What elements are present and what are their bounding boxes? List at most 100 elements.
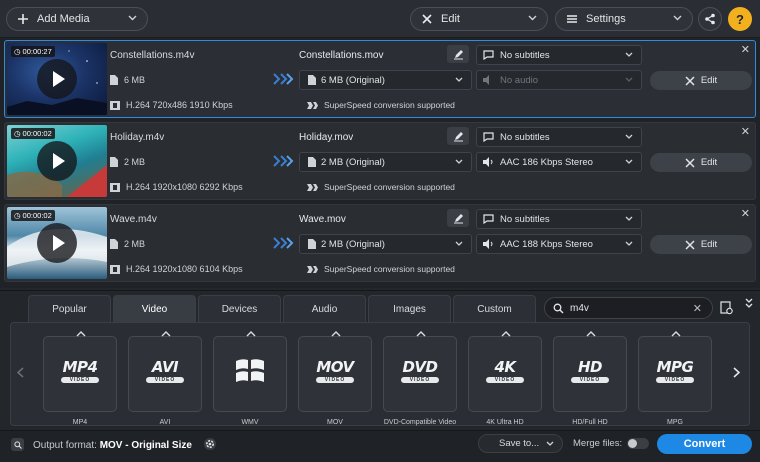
share-button[interactable] bbox=[698, 7, 722, 31]
remove-file-icon[interactable]: ✕ bbox=[741, 43, 750, 56]
format-search-box[interactable]: m4v ✕ bbox=[544, 297, 713, 319]
tab-images[interactable]: Images bbox=[368, 295, 451, 322]
chevron-up-icon[interactable] bbox=[586, 331, 596, 337]
remove-file-icon[interactable]: ✕ bbox=[741, 125, 750, 138]
my-presets-icon[interactable] bbox=[720, 301, 733, 315]
subtitles-select[interactable]: No subtitles bbox=[476, 127, 642, 147]
tab-video[interactable]: Video bbox=[113, 295, 196, 322]
tools-icon bbox=[685, 157, 695, 168]
settings-button[interactable]: Settings bbox=[555, 7, 693, 31]
pen-icon bbox=[453, 49, 464, 60]
tab-custom[interactable]: Custom bbox=[453, 295, 536, 322]
preset-label: 4K Ultra HD bbox=[486, 419, 524, 426]
clock-icon: ◷ bbox=[14, 211, 21, 220]
output-filename[interactable]: Holiday.mov bbox=[299, 132, 353, 143]
chevron-up-icon[interactable] bbox=[416, 331, 426, 337]
chevron-up-icon[interactable] bbox=[671, 331, 681, 337]
chevron-up-icon[interactable] bbox=[76, 331, 86, 337]
preset-tile-wmv[interactable] bbox=[213, 331, 287, 412]
chevron-down-icon bbox=[455, 241, 463, 246]
windows-logo-icon bbox=[214, 351, 286, 391]
file-list: ◷ 00:00:27 Constellations.m4v 6 MB H.264 … bbox=[0, 38, 760, 288]
help-button[interactable]: ? bbox=[728, 7, 752, 31]
subtitles-text: No subtitles bbox=[500, 213, 550, 225]
tab-devices[interactable]: Devices bbox=[198, 295, 281, 322]
file-row[interactable]: ◷ 00:00:02 Wave.m4v 2 MB H.264 1920x1080 … bbox=[4, 204, 756, 282]
source-size-text: 2 MB bbox=[124, 157, 146, 167]
chevron-up-icon[interactable] bbox=[161, 331, 171, 337]
preset-tile-dvd[interactable]: DVD VIDEO bbox=[383, 331, 457, 412]
save-to-button[interactable]: Save to... bbox=[478, 434, 563, 453]
tab-popular[interactable]: Popular bbox=[28, 295, 111, 322]
source-filename: Holiday.m4v bbox=[110, 132, 165, 143]
chevron-up-icon[interactable] bbox=[331, 331, 341, 337]
output-filename[interactable]: Constellations.mov bbox=[299, 50, 383, 61]
convert-arrow-icon bbox=[273, 237, 295, 249]
output-filename[interactable]: Wave.mov bbox=[299, 214, 346, 225]
rename-button[interactable] bbox=[447, 127, 469, 145]
play-icon[interactable] bbox=[37, 223, 77, 263]
file-icon bbox=[308, 75, 316, 85]
tab-audio[interactable]: Audio bbox=[283, 295, 366, 322]
speaker-icon bbox=[483, 157, 494, 167]
superspeed-note: SuperSpeed conversion supported bbox=[307, 100, 455, 110]
edit-file-button[interactable]: Edit bbox=[650, 71, 752, 90]
tools-icon bbox=[421, 13, 433, 25]
gear-icon[interactable] bbox=[203, 437, 217, 451]
edit-menu-button[interactable]: Edit bbox=[410, 7, 548, 31]
clear-search-icon[interactable]: ✕ bbox=[693, 302, 702, 315]
add-media-button[interactable]: Add Media bbox=[6, 7, 148, 31]
chevron-up-icon[interactable] bbox=[246, 331, 256, 337]
speaker-muted-icon bbox=[483, 75, 494, 85]
preset-tile-mp4[interactable]: MP4 VIDEO bbox=[43, 331, 117, 412]
output-size-select[interactable]: 2 MB (Original) bbox=[299, 234, 472, 254]
preset-logo-sub: VIDEO bbox=[61, 377, 99, 383]
preset-tile-hd[interactable]: HD VIDEO bbox=[553, 331, 627, 412]
preset-tile-4k[interactable]: 4K VIDEO bbox=[468, 331, 542, 412]
video-thumbnail[interactable]: ◷ 00:00:02 bbox=[7, 207, 107, 279]
subtitles-select[interactable]: No subtitles bbox=[476, 45, 642, 65]
remove-file-icon[interactable]: ✕ bbox=[741, 207, 750, 220]
video-thumbnail[interactable]: ◷ 00:00:27 bbox=[7, 43, 107, 115]
preset-label: MOV bbox=[327, 419, 343, 426]
file-row[interactable]: ◷ 00:00:02 Holiday.m4v 2 MB H.264 1920x10… bbox=[4, 122, 756, 200]
rename-button[interactable] bbox=[447, 45, 469, 63]
chevron-right-icon[interactable] bbox=[733, 367, 740, 378]
subtitles-text: No subtitles bbox=[500, 49, 550, 61]
question-icon: ? bbox=[736, 11, 744, 27]
chevron-down-icon bbox=[625, 52, 633, 57]
edit-file-button[interactable]: Edit bbox=[650, 153, 752, 172]
convert-button[interactable]: Convert bbox=[657, 434, 752, 454]
clock-icon: ◷ bbox=[14, 129, 21, 138]
chevron-up-icon[interactable] bbox=[501, 331, 511, 337]
subtitles-text: No subtitles bbox=[500, 131, 550, 143]
collapse-panel-icon[interactable] bbox=[744, 297, 754, 309]
4k-logo-icon: 4K VIDEO bbox=[469, 351, 541, 391]
audio-select[interactable]: AAC 188 Kbps Stereo bbox=[476, 234, 642, 254]
output-format-search-button[interactable] bbox=[11, 438, 24, 451]
output-size-text: 2 MB (Original) bbox=[321, 238, 385, 250]
file-icon bbox=[110, 75, 118, 85]
chevron-left-icon[interactable] bbox=[17, 367, 24, 378]
output-size-select[interactable]: 2 MB (Original) bbox=[299, 152, 472, 172]
video-thumbnail[interactable]: ◷ 00:00:02 bbox=[7, 125, 107, 197]
chevron-down-icon bbox=[625, 241, 633, 246]
preset-tile-mov[interactable]: MOV VIDEO bbox=[298, 331, 372, 412]
source-size: 6 MB bbox=[110, 75, 145, 85]
preset-tile-mpg[interactable]: MPG VIDEO bbox=[638, 331, 712, 412]
file-row[interactable]: ◷ 00:00:27 Constellations.m4v 6 MB H.264 … bbox=[4, 40, 756, 118]
subtitles-select[interactable]: No subtitles bbox=[476, 209, 642, 229]
play-icon[interactable] bbox=[37, 59, 77, 99]
search-input[interactable]: m4v bbox=[570, 303, 589, 314]
output-size-select[interactable]: 6 MB (Original) bbox=[299, 70, 472, 90]
audio-select[interactable]: No audio bbox=[476, 70, 642, 90]
audio-select[interactable]: AAC 186 Kbps Stereo bbox=[476, 152, 642, 172]
rename-button[interactable] bbox=[447, 209, 469, 227]
preset-logo-text: DVD bbox=[402, 358, 438, 376]
play-icon[interactable] bbox=[37, 141, 77, 181]
preset-tile-avi[interactable]: AVI VIDEO bbox=[128, 331, 202, 412]
preset-logo-sub: VIDEO bbox=[571, 377, 609, 383]
edit-file-button[interactable]: Edit bbox=[650, 235, 752, 254]
preset-logo-text: MP4 bbox=[62, 358, 98, 376]
merge-files-toggle[interactable] bbox=[627, 438, 649, 449]
